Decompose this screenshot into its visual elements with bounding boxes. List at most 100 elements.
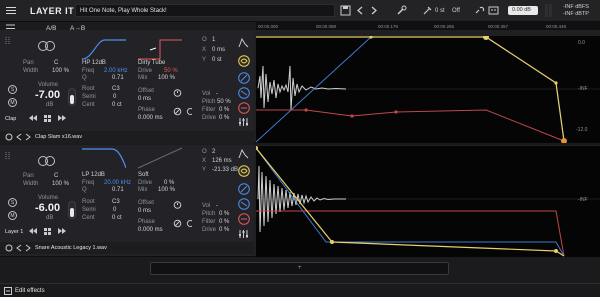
next-sample-icon[interactable] (25, 133, 31, 141)
point-y-value[interactable]: -21.33 dB (212, 167, 238, 174)
root-value[interactable]: C3 (112, 199, 120, 206)
filter-type[interactable]: HP 12dB (82, 60, 106, 67)
point-x-value[interactable]: 0 ms (212, 47, 225, 54)
phase-value[interactable]: 0.000 ms (138, 227, 163, 234)
filter-curve-graph[interactable] (82, 38, 126, 60)
add-layer-button[interactable]: + (150, 262, 449, 275)
previous-sample-icon[interactable] (16, 133, 22, 141)
filter-envelope-tab-icon[interactable] (238, 87, 250, 99)
drive-value[interactable]: 50 % (164, 68, 178, 75)
filter-type[interactable]: LP 12dB (82, 172, 105, 179)
edit-effects-button[interactable]: Edit effects (15, 288, 45, 295)
output-gain-field[interactable]: 0.00 dB (508, 6, 538, 15)
volume-fader[interactable] (68, 201, 76, 219)
sample-folder-icon[interactable] (5, 244, 13, 252)
pitch-mod-value[interactable]: 50 % (217, 99, 231, 106)
drive-curve-graph[interactable] (138, 38, 182, 60)
transpose-value[interactable]: 0 st (435, 8, 445, 15)
width-value[interactable]: 100 % (52, 181, 69, 188)
hamburger-menu-icon[interactable] (6, 7, 16, 15)
point-x-value[interactable]: 126 ms (212, 158, 232, 165)
midi-icon[interactable] (488, 5, 499, 16)
pitch-mod-value[interactable]: 0 % (219, 211, 229, 218)
layer-name[interactable]: Layer 1 (5, 229, 23, 236)
mixer-sliders-icon[interactable] (238, 229, 249, 239)
drive-envelope-tab-icon[interactable] (238, 213, 250, 225)
mix-value[interactable]: 100 % (158, 75, 175, 82)
sample-folder-icon[interactable] (5, 133, 13, 141)
timer-icon[interactable] (173, 88, 182, 97)
waveform-envelope-editor[interactable] (256, 36, 600, 143)
offset-value[interactable]: 0 ms (138, 96, 151, 103)
drive-type[interactable]: Soft (138, 172, 149, 179)
filter-mod-value[interactable]: 0 % (219, 219, 229, 226)
drive-mod-value[interactable]: 0 % (219, 227, 229, 234)
drive-curve-graph[interactable] (138, 147, 182, 169)
width-value[interactable]: 100 % (52, 68, 69, 75)
layer-name[interactable]: Clap (5, 116, 16, 123)
sample-filename[interactable]: Snare Acoustic Legacy 1.wav (35, 245, 107, 252)
pan-value[interactable]: C (54, 60, 58, 67)
waveform-envelope-editor[interactable] (256, 146, 600, 257)
effects-icon[interactable] (4, 287, 12, 295)
q-value[interactable]: 0.71 (112, 187, 124, 194)
point-y-value[interactable]: 0 st (212, 57, 222, 64)
grid-icon[interactable] (43, 114, 53, 122)
filter-mod-value[interactable]: 0 % (219, 107, 229, 114)
sample-filename[interactable]: Clap Slam x16.wav (35, 134, 82, 141)
phase-invert-icon[interactable] (173, 219, 182, 228)
volume-value[interactable]: -6.00 (35, 202, 60, 214)
previous-sample-icon[interactable] (16, 244, 22, 252)
volume-envelope-tab-icon[interactable] (238, 165, 250, 177)
grid-icon[interactable] (43, 227, 53, 235)
save-icon[interactable] (340, 5, 351, 16)
chevron-left-icon[interactable] (355, 5, 366, 16)
play-forward-icon[interactable] (57, 227, 67, 235)
envelope-shape-icon[interactable] (238, 38, 249, 48)
cent-value[interactable]: 0 ct (112, 102, 122, 109)
drive-envelope-tab-icon[interactable] (238, 102, 250, 114)
semi-value[interactable]: 0 (113, 207, 116, 214)
drag-handle-icon[interactable] (5, 36, 11, 46)
freq-value[interactable]: 2.00 kHz (104, 68, 128, 75)
next-sample-icon[interactable] (25, 244, 31, 252)
envelope-shape-icon[interactable] (238, 149, 249, 159)
play-reverse-icon[interactable] (28, 114, 38, 122)
link-icon[interactable] (474, 5, 485, 16)
transpose-state[interactable]: Off (452, 8, 460, 15)
mute-button[interactable]: M (8, 211, 17, 220)
drive-value[interactable]: 0 % (164, 180, 174, 187)
reverse-icon[interactable] (185, 219, 194, 228)
semi-value[interactable]: 0 (113, 94, 116, 101)
reverse-icon[interactable] (185, 107, 194, 116)
pitch-envelope-tab-icon[interactable] (238, 72, 250, 84)
mixer-sliders-icon[interactable] (238, 117, 249, 127)
filter-curve-graph[interactable] (82, 147, 126, 169)
play-forward-icon[interactable] (57, 114, 67, 122)
drag-handle-icon[interactable] (5, 151, 11, 161)
volume-value[interactable]: -7.00 (35, 89, 60, 101)
solo-button[interactable]: S (8, 85, 17, 94)
vol-mod-value[interactable]: - (216, 91, 218, 98)
solo-button[interactable]: S (8, 198, 17, 207)
preset-name-field[interactable]: Hit One Note, Play Whole Stack! (75, 4, 335, 17)
volume-fader[interactable] (68, 88, 76, 106)
offset-value[interactable]: 0 ms (138, 208, 151, 215)
cent-value[interactable]: 0 ct (112, 215, 122, 222)
phase-value[interactable]: 0.000 ms (138, 115, 163, 122)
tune-fork-icon[interactable] (422, 5, 433, 16)
vol-mod-value[interactable]: - (216, 203, 218, 210)
point-o-value[interactable]: 1 (212, 37, 215, 44)
mix-value[interactable]: 100 % (158, 187, 175, 194)
volume-envelope-tab-icon[interactable] (238, 55, 250, 67)
drive-type[interactable]: Dirty Tube (138, 60, 165, 67)
mute-button[interactable]: M (8, 98, 17, 107)
play-reverse-icon[interactable] (28, 227, 38, 235)
pitch-envelope-tab-icon[interactable] (238, 183, 250, 195)
drive-mod-value[interactable]: 0 % (219, 115, 229, 122)
root-value[interactable]: C3 (112, 86, 120, 93)
q-value[interactable]: 0.71 (112, 75, 124, 82)
wrench-icon[interactable] (396, 5, 407, 16)
freq-value[interactable]: 20.00 kHz (104, 180, 131, 187)
pan-value[interactable]: C (54, 173, 58, 180)
